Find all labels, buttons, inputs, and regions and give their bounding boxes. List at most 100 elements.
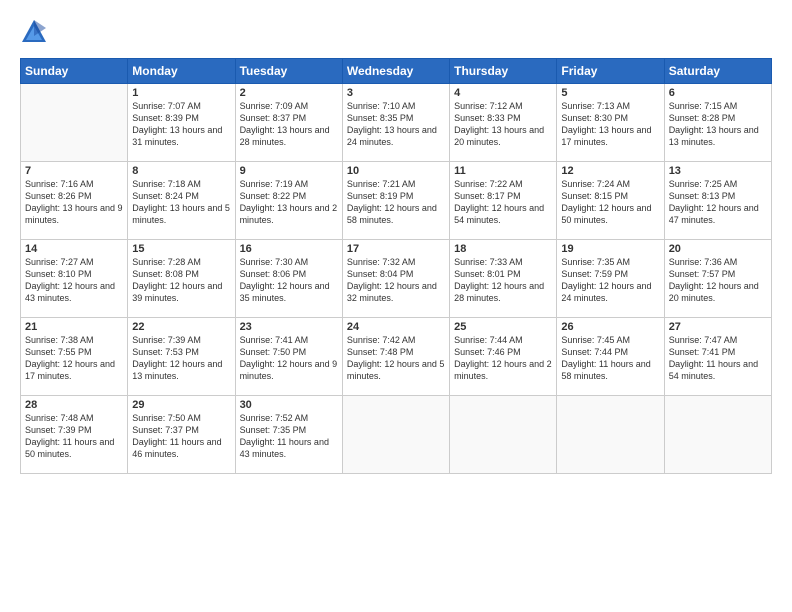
logo-icon	[20, 18, 48, 46]
day-number: 27	[669, 321, 767, 333]
day-number: 8	[132, 165, 230, 177]
day-info: Sunrise: 7:39 AM Sunset: 7:53 PM Dayligh…	[132, 334, 230, 383]
day-info: Sunrise: 7:21 AM Sunset: 8:19 PM Dayligh…	[347, 178, 445, 227]
day-number: 15	[132, 243, 230, 255]
day-number: 18	[454, 243, 552, 255]
calendar-cell: 1Sunrise: 7:07 AM Sunset: 8:39 PM Daylig…	[128, 84, 235, 162]
calendar-cell: 19Sunrise: 7:35 AM Sunset: 7:59 PM Dayli…	[557, 240, 664, 318]
day-info: Sunrise: 7:16 AM Sunset: 8:26 PM Dayligh…	[25, 178, 123, 227]
day-info: Sunrise: 7:09 AM Sunset: 8:37 PM Dayligh…	[240, 100, 338, 149]
day-info: Sunrise: 7:36 AM Sunset: 7:57 PM Dayligh…	[669, 256, 767, 305]
day-info: Sunrise: 7:12 AM Sunset: 8:33 PM Dayligh…	[454, 100, 552, 149]
day-info: Sunrise: 7:42 AM Sunset: 7:48 PM Dayligh…	[347, 334, 445, 383]
calendar-cell: 7Sunrise: 7:16 AM Sunset: 8:26 PM Daylig…	[21, 162, 128, 240]
day-info: Sunrise: 7:28 AM Sunset: 8:08 PM Dayligh…	[132, 256, 230, 305]
day-number: 28	[25, 399, 123, 411]
calendar-cell: 29Sunrise: 7:50 AM Sunset: 7:37 PM Dayli…	[128, 396, 235, 474]
calendar-cell: 27Sunrise: 7:47 AM Sunset: 7:41 PM Dayli…	[664, 318, 771, 396]
day-number: 29	[132, 399, 230, 411]
day-number: 5	[561, 87, 659, 99]
day-info: Sunrise: 7:47 AM Sunset: 7:41 PM Dayligh…	[669, 334, 767, 383]
calendar-cell	[664, 396, 771, 474]
day-number: 3	[347, 87, 445, 99]
day-number: 12	[561, 165, 659, 177]
calendar-cell: 24Sunrise: 7:42 AM Sunset: 7:48 PM Dayli…	[342, 318, 449, 396]
day-info: Sunrise: 7:13 AM Sunset: 8:30 PM Dayligh…	[561, 100, 659, 149]
weekday-header-sunday: Sunday	[21, 59, 128, 84]
calendar-cell: 16Sunrise: 7:30 AM Sunset: 8:06 PM Dayli…	[235, 240, 342, 318]
day-info: Sunrise: 7:22 AM Sunset: 8:17 PM Dayligh…	[454, 178, 552, 227]
calendar-cell: 18Sunrise: 7:33 AM Sunset: 8:01 PM Dayli…	[450, 240, 557, 318]
calendar-cell	[557, 396, 664, 474]
day-number: 1	[132, 87, 230, 99]
calendar-cell: 11Sunrise: 7:22 AM Sunset: 8:17 PM Dayli…	[450, 162, 557, 240]
day-info: Sunrise: 7:52 AM Sunset: 7:35 PM Dayligh…	[240, 412, 338, 461]
week-row-5: 28Sunrise: 7:48 AM Sunset: 7:39 PM Dayli…	[21, 396, 772, 474]
day-info: Sunrise: 7:35 AM Sunset: 7:59 PM Dayligh…	[561, 256, 659, 305]
day-info: Sunrise: 7:25 AM Sunset: 8:13 PM Dayligh…	[669, 178, 767, 227]
day-number: 11	[454, 165, 552, 177]
weekday-header-friday: Friday	[557, 59, 664, 84]
calendar-header: SundayMondayTuesdayWednesdayThursdayFrid…	[21, 59, 772, 84]
day-info: Sunrise: 7:32 AM Sunset: 8:04 PM Dayligh…	[347, 256, 445, 305]
day-number: 7	[25, 165, 123, 177]
week-row-2: 7Sunrise: 7:16 AM Sunset: 8:26 PM Daylig…	[21, 162, 772, 240]
calendar-cell: 25Sunrise: 7:44 AM Sunset: 7:46 PM Dayli…	[450, 318, 557, 396]
weekday-header-wednesday: Wednesday	[342, 59, 449, 84]
calendar-cell: 14Sunrise: 7:27 AM Sunset: 8:10 PM Dayli…	[21, 240, 128, 318]
calendar-cell: 3Sunrise: 7:10 AM Sunset: 8:35 PM Daylig…	[342, 84, 449, 162]
calendar-cell: 26Sunrise: 7:45 AM Sunset: 7:44 PM Dayli…	[557, 318, 664, 396]
day-number: 21	[25, 321, 123, 333]
day-number: 17	[347, 243, 445, 255]
calendar-cell: 13Sunrise: 7:25 AM Sunset: 8:13 PM Dayli…	[664, 162, 771, 240]
day-info: Sunrise: 7:33 AM Sunset: 8:01 PM Dayligh…	[454, 256, 552, 305]
week-row-4: 21Sunrise: 7:38 AM Sunset: 7:55 PM Dayli…	[21, 318, 772, 396]
calendar-cell	[342, 396, 449, 474]
calendar-body: 1Sunrise: 7:07 AM Sunset: 8:39 PM Daylig…	[21, 84, 772, 474]
day-info: Sunrise: 7:38 AM Sunset: 7:55 PM Dayligh…	[25, 334, 123, 383]
calendar-cell: 10Sunrise: 7:21 AM Sunset: 8:19 PM Dayli…	[342, 162, 449, 240]
weekday-header-thursday: Thursday	[450, 59, 557, 84]
day-info: Sunrise: 7:07 AM Sunset: 8:39 PM Dayligh…	[132, 100, 230, 149]
day-number: 14	[25, 243, 123, 255]
day-number: 30	[240, 399, 338, 411]
calendar: SundayMondayTuesdayWednesdayThursdayFrid…	[20, 58, 772, 474]
day-number: 26	[561, 321, 659, 333]
week-row-1: 1Sunrise: 7:07 AM Sunset: 8:39 PM Daylig…	[21, 84, 772, 162]
day-info: Sunrise: 7:19 AM Sunset: 8:22 PM Dayligh…	[240, 178, 338, 227]
day-number: 23	[240, 321, 338, 333]
day-number: 22	[132, 321, 230, 333]
day-number: 19	[561, 243, 659, 255]
calendar-cell: 22Sunrise: 7:39 AM Sunset: 7:53 PM Dayli…	[128, 318, 235, 396]
calendar-cell: 23Sunrise: 7:41 AM Sunset: 7:50 PM Dayli…	[235, 318, 342, 396]
header	[20, 18, 772, 46]
day-number: 2	[240, 87, 338, 99]
calendar-cell: 30Sunrise: 7:52 AM Sunset: 7:35 PM Dayli…	[235, 396, 342, 474]
day-info: Sunrise: 7:18 AM Sunset: 8:24 PM Dayligh…	[132, 178, 230, 227]
day-number: 13	[669, 165, 767, 177]
calendar-cell	[21, 84, 128, 162]
day-number: 25	[454, 321, 552, 333]
day-info: Sunrise: 7:50 AM Sunset: 7:37 PM Dayligh…	[132, 412, 230, 461]
calendar-cell: 12Sunrise: 7:24 AM Sunset: 8:15 PM Dayli…	[557, 162, 664, 240]
logo	[20, 18, 52, 46]
page: SundayMondayTuesdayWednesdayThursdayFrid…	[0, 0, 792, 612]
day-number: 16	[240, 243, 338, 255]
day-number: 24	[347, 321, 445, 333]
day-info: Sunrise: 7:41 AM Sunset: 7:50 PM Dayligh…	[240, 334, 338, 383]
calendar-cell: 6Sunrise: 7:15 AM Sunset: 8:28 PM Daylig…	[664, 84, 771, 162]
day-number: 6	[669, 87, 767, 99]
week-row-3: 14Sunrise: 7:27 AM Sunset: 8:10 PM Dayli…	[21, 240, 772, 318]
day-number: 4	[454, 87, 552, 99]
calendar-cell: 17Sunrise: 7:32 AM Sunset: 8:04 PM Dayli…	[342, 240, 449, 318]
weekday-header-monday: Monday	[128, 59, 235, 84]
calendar-cell: 5Sunrise: 7:13 AM Sunset: 8:30 PM Daylig…	[557, 84, 664, 162]
day-info: Sunrise: 7:10 AM Sunset: 8:35 PM Dayligh…	[347, 100, 445, 149]
day-info: Sunrise: 7:30 AM Sunset: 8:06 PM Dayligh…	[240, 256, 338, 305]
day-info: Sunrise: 7:45 AM Sunset: 7:44 PM Dayligh…	[561, 334, 659, 383]
day-info: Sunrise: 7:44 AM Sunset: 7:46 PM Dayligh…	[454, 334, 552, 383]
calendar-cell: 2Sunrise: 7:09 AM Sunset: 8:37 PM Daylig…	[235, 84, 342, 162]
calendar-cell: 15Sunrise: 7:28 AM Sunset: 8:08 PM Dayli…	[128, 240, 235, 318]
calendar-cell: 21Sunrise: 7:38 AM Sunset: 7:55 PM Dayli…	[21, 318, 128, 396]
day-info: Sunrise: 7:48 AM Sunset: 7:39 PM Dayligh…	[25, 412, 123, 461]
